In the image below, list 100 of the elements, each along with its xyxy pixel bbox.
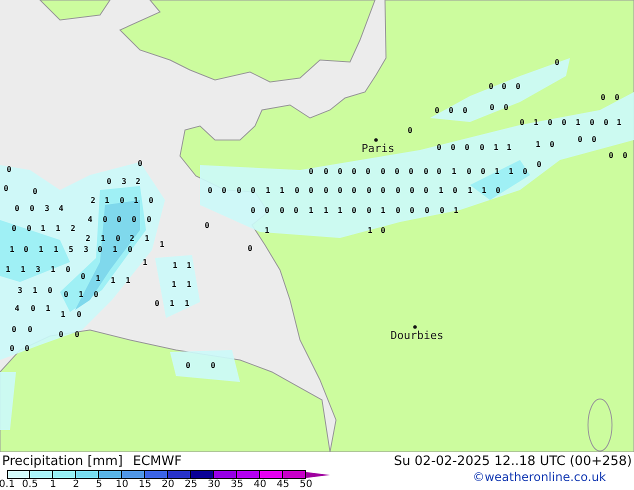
precip-value: 1: [6, 265, 10, 274]
precip-value: 2: [70, 224, 76, 233]
precip-value: 0: [30, 204, 34, 213]
precip-value: 2: [136, 177, 140, 186]
precip-value: 0: [106, 177, 112, 186]
precip-value: 1: [482, 186, 486, 195]
precip-value: 0: [324, 186, 328, 195]
precip-value: 0: [408, 167, 414, 176]
precip-value: 1: [56, 224, 60, 233]
precip-value: 0: [516, 82, 520, 91]
precip-value: 0: [12, 224, 16, 233]
precip-value: 1: [134, 196, 138, 205]
precip-value: 1: [110, 276, 116, 285]
precip-value: 2: [90, 196, 96, 205]
precip-value: 0: [210, 361, 216, 370]
precip-value: 0: [504, 103, 508, 112]
precip-value: 2: [86, 234, 90, 243]
precip-value: 0: [488, 82, 494, 91]
precip-value: 0: [614, 93, 620, 102]
precip-value: 0: [396, 206, 400, 215]
precip-value: 0: [436, 143, 442, 152]
precip-value: 0: [352, 167, 356, 176]
precip-value: 1: [616, 118, 622, 127]
precip-value: 0: [436, 167, 442, 176]
precip-value: 0: [132, 215, 136, 224]
precip-value: 0: [536, 160, 542, 169]
precip-value: 0: [590, 118, 594, 127]
precip-value: 1: [380, 206, 386, 215]
precip-value: 0: [26, 224, 32, 233]
precip-value: 1: [172, 261, 178, 270]
precip-value: 0: [264, 206, 270, 215]
precip-value: 1: [172, 280, 176, 289]
precip-value: 5: [68, 245, 74, 254]
precip-value: 0: [600, 93, 606, 102]
precip-value: 0: [380, 167, 386, 176]
precip-value: 1: [104, 196, 110, 205]
precip-value: 0: [502, 82, 506, 91]
precip-value: 0: [308, 167, 314, 176]
precip-value: 1: [32, 286, 38, 295]
precip-value: 0: [366, 206, 372, 215]
precip-value: 0: [522, 167, 528, 176]
precip-value: 1: [144, 234, 150, 243]
legend-label: 15: [138, 479, 152, 490]
precip-value: 0: [98, 245, 102, 254]
precip-value: 0: [520, 118, 524, 127]
legend-label: 30: [208, 479, 220, 490]
precip-value: 0: [496, 186, 500, 195]
precip-value: 0: [490, 103, 494, 112]
precip-value: 1: [54, 245, 58, 254]
precip-value: 0: [440, 206, 444, 215]
legend-label: 2: [72, 479, 80, 490]
credit-link[interactable]: ©weatheronline.co.uk: [472, 470, 634, 484]
precip-value: 1: [46, 304, 50, 313]
precip-value: 1: [536, 140, 540, 149]
precip-value: 0: [352, 206, 356, 215]
precip-value: 0: [352, 186, 356, 195]
precip-value: 0: [222, 186, 226, 195]
legend-label: 0.1: [0, 479, 15, 490]
precip-value: 1: [308, 206, 314, 215]
legend-label: 35: [230, 479, 244, 490]
precip-value: 0: [138, 159, 142, 168]
model-name: ECMWF: [132, 454, 182, 468]
precip-value: 0: [28, 325, 32, 334]
precip-value: 0: [464, 143, 470, 152]
precip-value: 0: [128, 245, 132, 254]
precip-value: 1: [280, 186, 284, 195]
precip-value: 0: [424, 167, 428, 176]
precip-value: 0: [410, 206, 414, 215]
precip-value: 0: [236, 186, 242, 195]
precip-value: 0: [548, 118, 552, 127]
legend-label: 45: [276, 479, 290, 490]
precip-value: 0: [462, 106, 468, 115]
precip-value: 0: [554, 58, 560, 67]
legend-label: 10: [116, 479, 128, 490]
precip-value: 0: [120, 196, 124, 205]
city-marker-icon: [374, 138, 378, 142]
city-marker-icon: [413, 325, 417, 329]
precip-value: 3: [122, 177, 126, 186]
precip-value: 0: [148, 196, 154, 205]
precip-value: 4: [88, 215, 92, 224]
city-label: Paris: [361, 142, 395, 155]
precip-value: 0: [12, 325, 16, 334]
precip-value: 0: [604, 118, 608, 127]
precip-value: 0: [608, 151, 614, 160]
precip-value: 0: [480, 143, 484, 152]
precip-value: 3: [84, 245, 88, 254]
precip-value: 0: [186, 361, 190, 370]
legend-label: 25: [184, 479, 198, 490]
precip-value: 0: [24, 245, 28, 254]
precip-value: 1: [494, 143, 498, 152]
precip-value: 1: [126, 276, 130, 285]
precip-value: 0: [30, 304, 36, 313]
precip-value: 1: [508, 167, 514, 176]
precip-value: 0: [424, 186, 428, 195]
precip-value: 1: [100, 234, 106, 243]
precip-value: 0: [14, 204, 20, 213]
precip-value: 0: [592, 135, 596, 144]
precip-value: 0: [250, 186, 256, 195]
valid-time: Su 02-02-2025 12..18 UTC (00+258): [394, 454, 632, 468]
precip-value: 0: [562, 118, 566, 127]
